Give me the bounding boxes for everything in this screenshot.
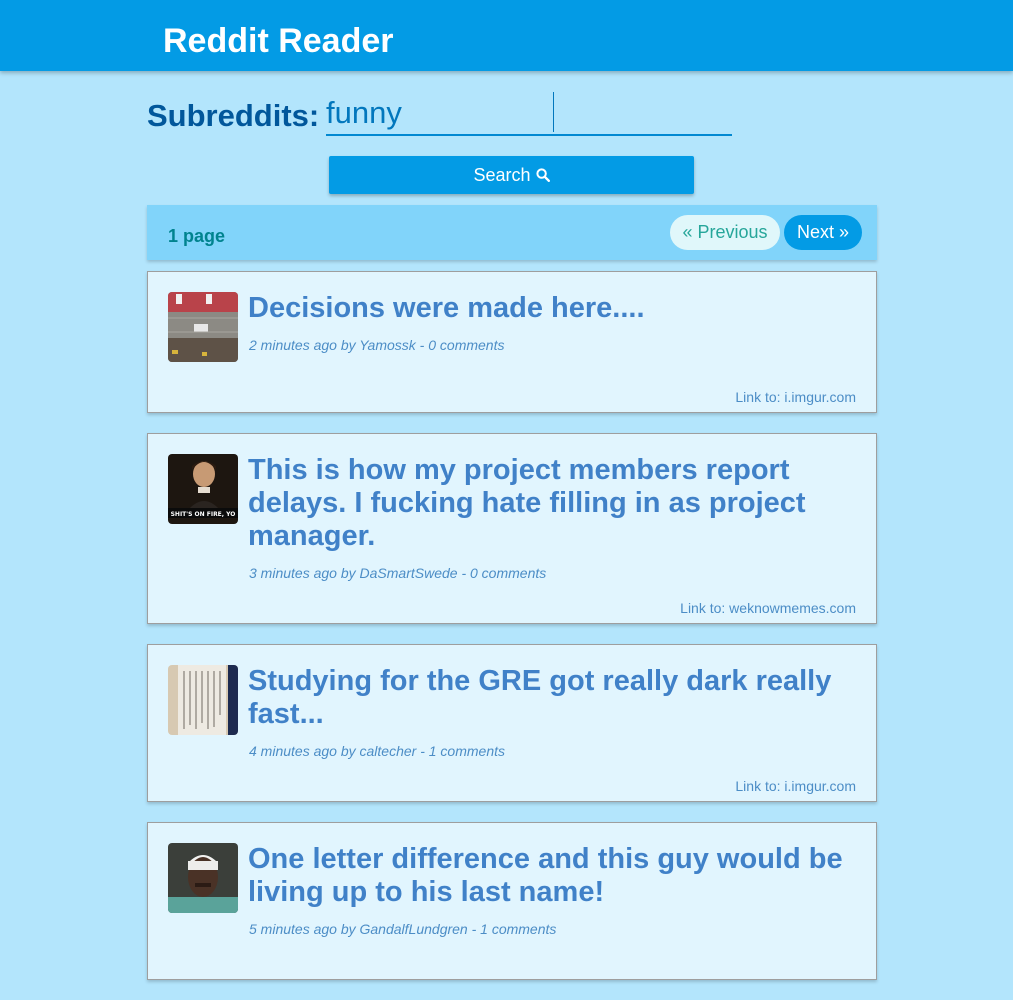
search-row: Subreddits: xyxy=(147,92,747,138)
pager-bar: 1 page « Previous Next » xyxy=(147,205,877,260)
app-bar: Reddit Reader xyxy=(0,0,1013,71)
thumbnail-caption: SHIT'S ON FIRE, YO xyxy=(171,511,236,518)
post-card[interactable]: Studying for the GRE got really dark rea… xyxy=(147,644,877,802)
search-button[interactable]: Search xyxy=(329,156,694,194)
post-title[interactable]: One letter difference and this guy would… xyxy=(248,843,848,909)
app-title: Reddit Reader xyxy=(163,22,394,60)
post-card[interactable]: SHIT'S ON FIRE, YO This is how my projec… xyxy=(147,433,877,624)
search-icon xyxy=(535,168,550,182)
post-card[interactable]: Decisions were made here.... 2 minutes a… xyxy=(147,271,877,413)
post-link[interactable]: Link to: weknowmemes.com xyxy=(680,600,856,616)
post-link[interactable]: Link to: i.imgur.com xyxy=(735,389,856,405)
post-title[interactable]: Decisions were made here.... xyxy=(248,292,848,325)
subreddits-label: Subreddits: xyxy=(147,98,320,133)
post-list: Decisions were made here.... 2 minutes a… xyxy=(147,271,877,1000)
post-meta: 4 minutes ago by caltecher - 1 comments xyxy=(249,743,506,759)
post-title[interactable]: This is how my project members report de… xyxy=(248,454,848,553)
next-button[interactable]: Next » xyxy=(784,215,862,250)
post-thumbnail[interactable] xyxy=(168,292,238,362)
post-meta: 3 minutes ago by DaSmartSwede - 0 commen… xyxy=(249,565,547,581)
page-count: 1 page xyxy=(168,226,226,246)
subreddit-input[interactable] xyxy=(326,92,732,136)
post-link[interactable]: Link to: i.imgur.com xyxy=(735,778,856,794)
post-meta: 5 minutes ago by GandalfLundgren - 1 com… xyxy=(249,921,557,937)
post-meta: 2 minutes ago by Yamossk - 0 comments xyxy=(249,337,505,353)
search-button-label: Search xyxy=(473,164,531,185)
post-card[interactable]: One letter difference and this guy would… xyxy=(147,822,877,980)
post-thumbnail[interactable]: SHIT'S ON FIRE, YO xyxy=(168,454,238,524)
text-caret xyxy=(553,92,554,132)
post-thumbnail[interactable] xyxy=(168,665,238,735)
previous-button[interactable]: « Previous xyxy=(670,215,780,250)
post-thumbnail[interactable] xyxy=(168,843,238,913)
post-title[interactable]: Studying for the GRE got really dark rea… xyxy=(248,665,848,731)
